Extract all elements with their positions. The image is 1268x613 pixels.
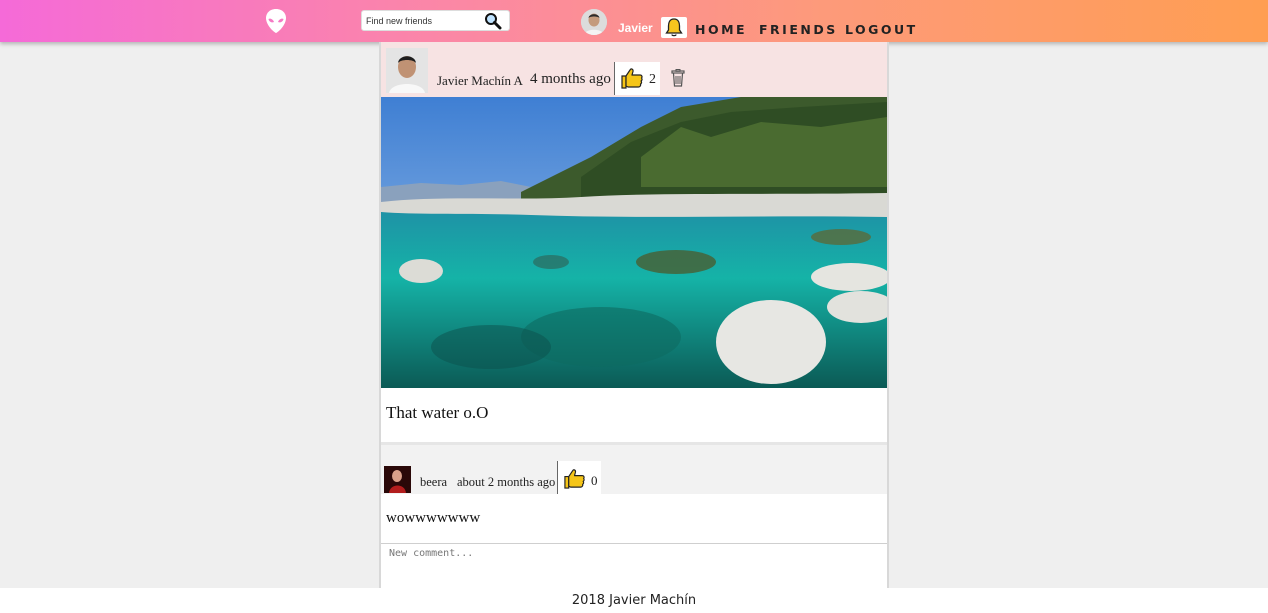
nav-home-link[interactable]: HOME bbox=[695, 22, 747, 37]
comment-divider bbox=[381, 543, 887, 544]
comment-header: beera about 2 months ago 0 bbox=[381, 445, 887, 494]
post-author-name[interactable]: Javier Machín A bbox=[437, 73, 523, 89]
post-author-avatar[interactable] bbox=[386, 48, 428, 93]
alien-head-icon[interactable] bbox=[264, 8, 288, 34]
nav-friends-link[interactable]: FRIENDS bbox=[759, 22, 838, 37]
comment-author-avatar[interactable] bbox=[384, 466, 411, 493]
top-navbar: Javier HOME FRIENDS LOGOUT bbox=[0, 0, 1268, 42]
comment-author-name[interactable]: beera bbox=[420, 475, 447, 490]
post-timestamp: 4 months ago bbox=[530, 71, 611, 87]
comment-like-count: 0 bbox=[591, 473, 598, 488]
nav-username[interactable]: Javier bbox=[618, 21, 653, 35]
thumbs-up-icon bbox=[564, 469, 585, 489]
post-header: Javier Machín A 4 months ago 2 bbox=[381, 42, 887, 97]
user-avatar[interactable] bbox=[581, 9, 607, 35]
post-image[interactable] bbox=[381, 97, 887, 388]
search-input[interactable] bbox=[366, 13, 482, 29]
comment-timestamp: about 2 months ago bbox=[457, 475, 556, 489]
post-caption: That water o.O bbox=[386, 403, 489, 422]
bell-icon bbox=[665, 18, 683, 37]
footer-text: 2018 Javier Machín bbox=[571, 593, 697, 608]
trash-icon[interactable] bbox=[671, 69, 685, 87]
nav-logout-link[interactable]: LOGOUT bbox=[845, 22, 918, 37]
notifications-button[interactable] bbox=[661, 17, 687, 38]
post-like-count: 2 bbox=[649, 72, 656, 87]
new-comment-input[interactable] bbox=[384, 545, 884, 587]
post-like-button[interactable]: 2 bbox=[614, 62, 660, 95]
footer: 2018 Javier Machín bbox=[0, 588, 1268, 613]
search-box bbox=[361, 10, 510, 31]
thumbs-up-icon bbox=[621, 68, 643, 89]
post-feed: Javier Machín A 4 months ago 2 That wate… bbox=[379, 42, 889, 588]
magnifier-icon[interactable] bbox=[483, 12, 503, 30]
comment-text: wowwwwwww bbox=[386, 510, 481, 526]
comment-like-button[interactable]: 0 bbox=[557, 461, 601, 494]
